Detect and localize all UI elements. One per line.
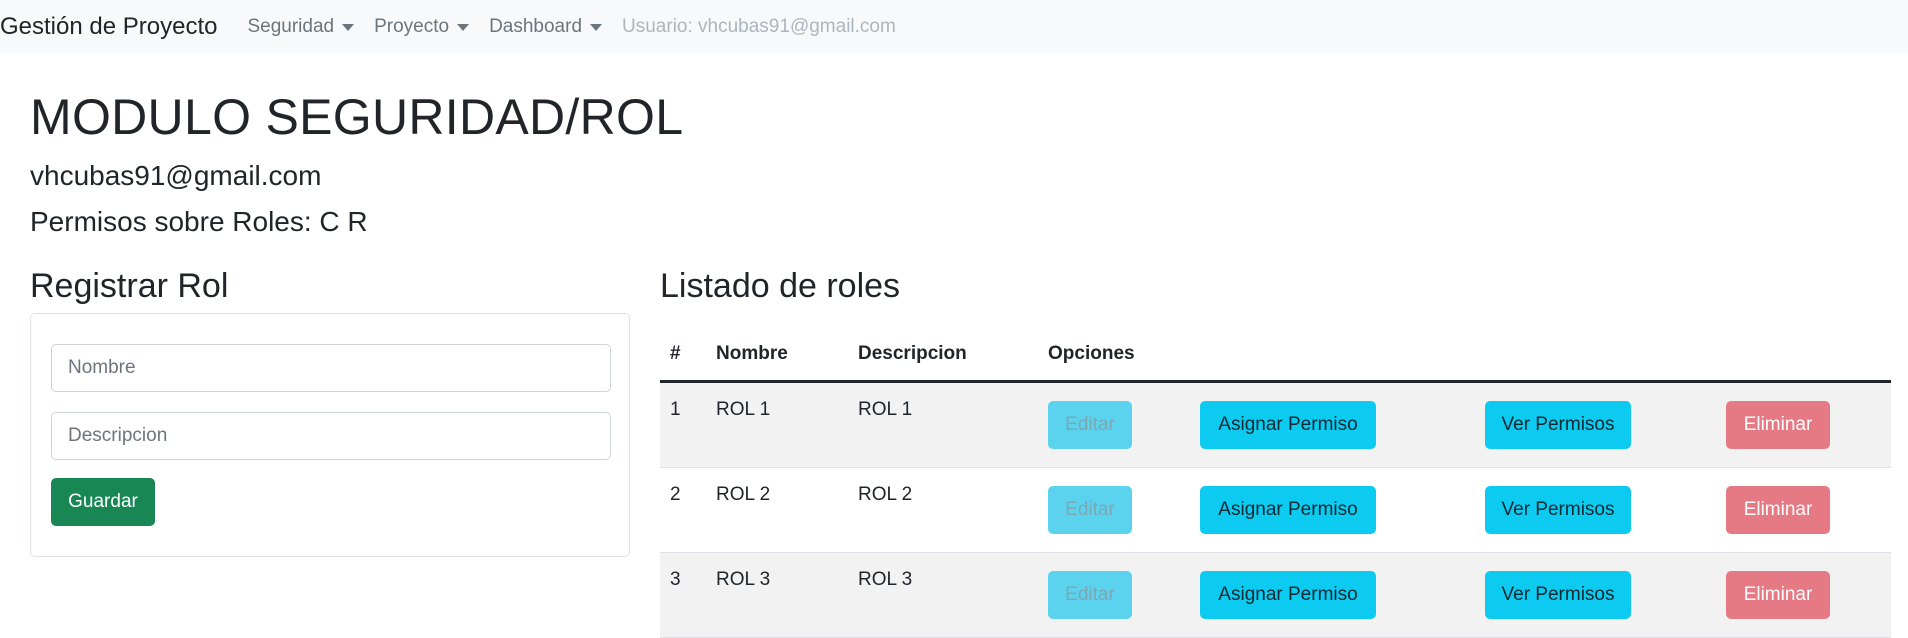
nav-item-dashboard[interactable]: Dashboard xyxy=(489,15,603,38)
cell-edit: Editar xyxy=(1038,381,1190,468)
cell-name: ROL 2 xyxy=(706,467,848,553)
register-form-card: Nombre Descripcion Guardar xyxy=(30,313,630,557)
cell-description: ROL 1 xyxy=(848,381,1038,468)
column-header-description: Descripcion xyxy=(848,328,1038,383)
cell-assign: Asignar Permiso xyxy=(1190,381,1475,468)
delete-button[interactable]: Eliminar xyxy=(1726,571,1830,619)
cell-view: Ver Permisos xyxy=(1475,381,1716,468)
delete-button[interactable]: Eliminar xyxy=(1726,401,1830,449)
nav-item-proyecto[interactable]: Proyecto xyxy=(374,15,470,38)
cell-delete: Eliminar xyxy=(1716,552,1891,638)
roles-list-section: Listado de roles # Nombre Descripcion Op… xyxy=(660,265,1891,638)
column-header-options: Opciones xyxy=(1038,328,1891,383)
assign-permission-button[interactable]: Asignar Permiso xyxy=(1200,401,1376,449)
edit-button[interactable]: Editar xyxy=(1048,486,1132,534)
page-title: MODULO SEGURIDAD/ROL xyxy=(30,89,684,145)
assign-permission-button[interactable]: Asignar Permiso xyxy=(1200,486,1376,534)
nav-user-label: Usuario: vhcubas91@gmail.com xyxy=(622,15,896,37)
cell-assign: Asignar Permiso xyxy=(1190,552,1475,638)
cell-delete: Eliminar xyxy=(1716,467,1891,553)
table-row: 3 ROL 3 ROL 3 Editar Asignar Permiso Ver… xyxy=(660,552,1891,638)
edit-button[interactable]: Editar xyxy=(1048,401,1132,449)
table-header-row: # Nombre Descripcion Opciones xyxy=(660,328,1891,383)
edit-button[interactable]: Editar xyxy=(1048,571,1132,619)
view-permissions-button[interactable]: Ver Permisos xyxy=(1485,486,1631,534)
register-section: Registrar Rol Nombre Descripcion Guardar xyxy=(30,265,630,557)
cell-id: 1 xyxy=(660,381,706,468)
name-placeholder: Nombre xyxy=(68,357,136,378)
cell-description: ROL 3 xyxy=(848,552,1038,638)
chevron-down-icon xyxy=(457,24,470,31)
nav-item-label: Seguridad xyxy=(247,15,335,37)
name-input[interactable]: Nombre xyxy=(51,344,611,392)
permissions-label: Permisos sobre Roles: C R xyxy=(30,206,368,237)
register-title: Registrar Rol xyxy=(30,267,229,305)
table-row: 2 ROL 2 ROL 2 Editar Asignar Permiso Ver… xyxy=(660,467,1891,553)
user-email: vhcubas91@gmail.com xyxy=(30,160,322,191)
assign-permission-button[interactable]: Asignar Permiso xyxy=(1200,571,1376,619)
cell-delete: Eliminar xyxy=(1716,381,1891,468)
description-input[interactable]: Descripcion xyxy=(51,412,611,460)
top-navbar: Gestión de Proyecto Seguridad Proyecto D… xyxy=(0,0,1908,53)
roles-list-title: Listado de roles xyxy=(660,267,901,305)
nav-item-label: Dashboard xyxy=(489,15,583,37)
cell-id: 3 xyxy=(660,552,706,638)
roles-table: # Nombre Descripcion Opciones 1 ROL 1 RO… xyxy=(660,328,1891,638)
chevron-down-icon xyxy=(590,24,603,31)
main-container: MODULO SEGURIDAD/ROL vhcubas91@gmail.com… xyxy=(0,87,1908,239)
delete-button[interactable]: Eliminar xyxy=(1726,486,1830,534)
nav-item-label: Proyecto xyxy=(374,15,450,37)
column-header-name: Nombre xyxy=(706,328,848,383)
cell-id: 2 xyxy=(660,467,706,553)
description-placeholder: Descripcion xyxy=(68,425,168,446)
cell-name: ROL 1 xyxy=(706,381,848,468)
cell-assign: Asignar Permiso xyxy=(1190,467,1475,553)
column-header-id: # xyxy=(660,328,706,383)
save-button[interactable]: Guardar xyxy=(51,478,155,526)
navbar-brand[interactable]: Gestión de Proyecto xyxy=(0,13,217,41)
cell-name: ROL 3 xyxy=(706,552,848,638)
cell-edit: Editar xyxy=(1038,552,1190,638)
nav-item-seguridad[interactable]: Seguridad xyxy=(247,15,355,38)
cell-edit: Editar xyxy=(1038,467,1190,553)
chevron-down-icon xyxy=(342,24,355,31)
view-permissions-button[interactable]: Ver Permisos xyxy=(1485,401,1631,449)
table-row: 1 ROL 1 ROL 1 Editar Asignar Permiso Ver… xyxy=(660,381,1891,468)
cell-view: Ver Permisos xyxy=(1475,552,1716,638)
view-permissions-button[interactable]: Ver Permisos xyxy=(1485,571,1631,619)
cell-view: Ver Permisos xyxy=(1475,467,1716,553)
cell-description: ROL 2 xyxy=(848,467,1038,553)
